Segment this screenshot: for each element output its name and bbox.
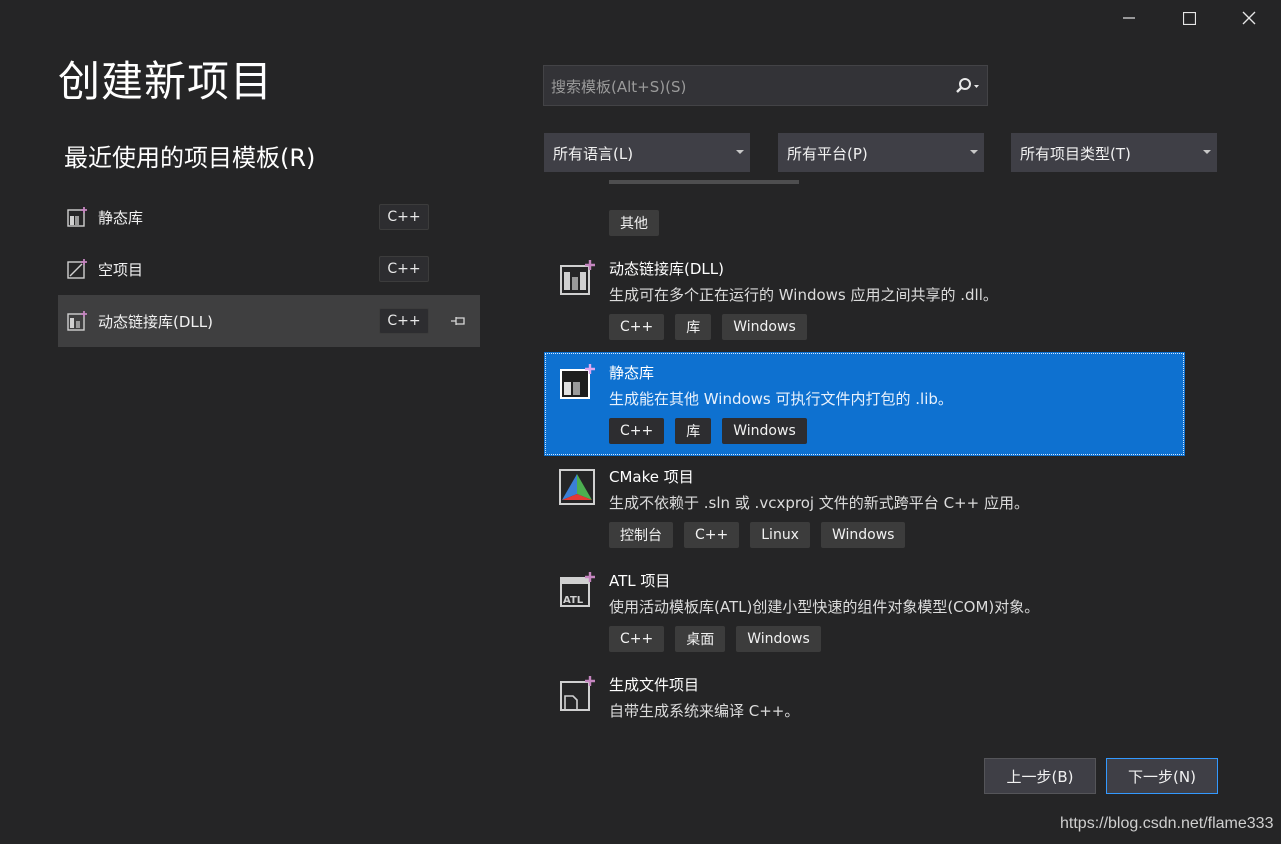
- recent-templates-list: 静态库 C++ 空项目 C++ 动态链接库(DLL) C++: [58, 191, 480, 347]
- project-type-filter-dropdown[interactable]: 所有项目类型(T): [1011, 133, 1217, 172]
- maximize-icon: [1182, 11, 1196, 25]
- tag: Windows: [736, 626, 821, 652]
- dll-icon: [67, 311, 87, 331]
- recent-item-static-library[interactable]: 静态库 C++: [58, 191, 480, 243]
- page-title: 创建新项目: [58, 57, 274, 106]
- template-item-static-library[interactable]: 静态库 生成能在其他 Windows 可执行文件内打包的 .lib。 C++ 库…: [544, 352, 1185, 456]
- tag: Windows: [820, 522, 906, 548]
- tag-list: 其他: [609, 210, 659, 236]
- template-description: 自带生成系统来编译 C++。: [609, 702, 800, 720]
- dll-icon: [560, 260, 595, 295]
- template-list[interactable]: 其他 动态链接库(DLL) 生成可在多个正在运行的 Windows 应用之间共享…: [544, 180, 1185, 736]
- tag: 库: [675, 418, 712, 444]
- tag: 桌面: [675, 626, 726, 652]
- tag: 其他: [609, 210, 659, 236]
- tag: 库: [675, 314, 712, 340]
- template-name: CMake 项目: [609, 468, 694, 486]
- template-description: 生成不依赖于 .sln 或 .vcxproj 文件的新式跨平台 C++ 应用。: [609, 494, 1029, 512]
- template-name: 静态库: [609, 364, 655, 382]
- cmake-icon: [559, 469, 595, 505]
- recent-templates-heading: 最近使用的项目模板(R): [64, 144, 316, 172]
- watermark: https://blog.csdn.net/flame333: [1060, 815, 1274, 832]
- template-description: 使用活动模板库(ATL)创建小型快速的组件对象模型(COM)对象。: [609, 598, 1040, 616]
- language-badge: C++: [379, 204, 429, 230]
- language-filter-dropdown[interactable]: 所有语言(L): [544, 133, 750, 172]
- recent-item-label: 动态链接库(DLL): [98, 313, 213, 331]
- tag: Linux: [750, 522, 810, 548]
- tag-list: C++ 库 Windows: [609, 314, 807, 340]
- tag-list: C++ 桌面 Windows: [609, 626, 821, 652]
- recent-item-empty-project[interactable]: 空项目 C++: [58, 243, 480, 295]
- platform-filter-dropdown[interactable]: 所有平台(P): [778, 133, 984, 172]
- tag: Windows: [722, 418, 807, 444]
- maximize-button[interactable]: [1167, 4, 1211, 32]
- chevron-down-icon: [736, 150, 744, 154]
- tag: C++: [609, 626, 665, 652]
- tag-list: C++ 库 Windows: [609, 418, 807, 444]
- language-badge: C++: [379, 256, 429, 282]
- template-name: 动态链接库(DLL): [609, 260, 724, 278]
- svg-text:ATL: ATL: [563, 595, 584, 606]
- template-item-atl[interactable]: ATL ATL 项目 使用活动模板库(ATL)创建小型快速的组件对象模型(COM…: [544, 560, 1185, 664]
- search-box[interactable]: [543, 65, 988, 106]
- recent-item-label: 空项目: [98, 261, 144, 279]
- clipped-description: [609, 180, 809, 188]
- template-description: 生成可在多个正在运行的 Windows 应用之间共享的 .dll。: [609, 286, 998, 304]
- recent-item-label: 静态库: [98, 209, 144, 227]
- next-button[interactable]: 下一步(N): [1106, 758, 1218, 794]
- chevron-down-icon: [1203, 150, 1211, 154]
- tag-list: 控制台 C++ Linux Windows: [609, 522, 906, 548]
- template-item-makefile[interactable]: 生成文件项目 自带生成系统来编译 C++。: [544, 664, 1185, 736]
- tag: C++: [609, 314, 665, 340]
- minimize-button[interactable]: [1107, 4, 1151, 32]
- static-library-icon: [560, 364, 595, 399]
- template-item-cmake[interactable]: CMake 项目 生成不依赖于 .sln 或 .vcxproj 文件的新式跨平台…: [544, 456, 1185, 560]
- search-icon: [956, 78, 979, 93]
- tag: C++: [684, 522, 740, 548]
- close-icon: [1242, 11, 1256, 25]
- tag: 控制台: [609, 522, 673, 548]
- template-item-partial[interactable]: 其他: [544, 180, 1185, 236]
- template-description: 生成能在其他 Windows 可执行文件内打包的 .lib。: [609, 390, 953, 408]
- language-badge: C++: [379, 308, 429, 334]
- recent-item-dll[interactable]: 动态链接库(DLL) C++: [58, 295, 480, 347]
- back-button[interactable]: 上一步(B): [984, 758, 1096, 794]
- tag: Windows: [722, 314, 807, 340]
- minimize-icon: [1123, 17, 1135, 19]
- makefile-project-icon: [560, 676, 595, 711]
- platform-filter-label: 所有平台(P): [787, 145, 868, 163]
- pin-icon[interactable]: [450, 313, 468, 329]
- chevron-down-icon: [970, 150, 978, 154]
- project-type-filter-label: 所有项目类型(T): [1020, 145, 1131, 163]
- language-filter-label: 所有语言(L): [553, 145, 634, 163]
- close-button[interactable]: [1227, 4, 1271, 32]
- template-item-dll[interactable]: 动态链接库(DLL) 生成可在多个正在运行的 Windows 应用之间共享的 .…: [544, 248, 1185, 352]
- atl-icon: ATL: [560, 572, 595, 607]
- template-name: 生成文件项目: [609, 676, 700, 694]
- empty-project-icon: [67, 259, 87, 279]
- search-button[interactable]: [949, 73, 985, 99]
- search-input[interactable]: [549, 74, 943, 100]
- static-library-icon: [67, 207, 87, 227]
- template-name: ATL 项目: [609, 572, 671, 590]
- tag: C++: [609, 418, 665, 444]
